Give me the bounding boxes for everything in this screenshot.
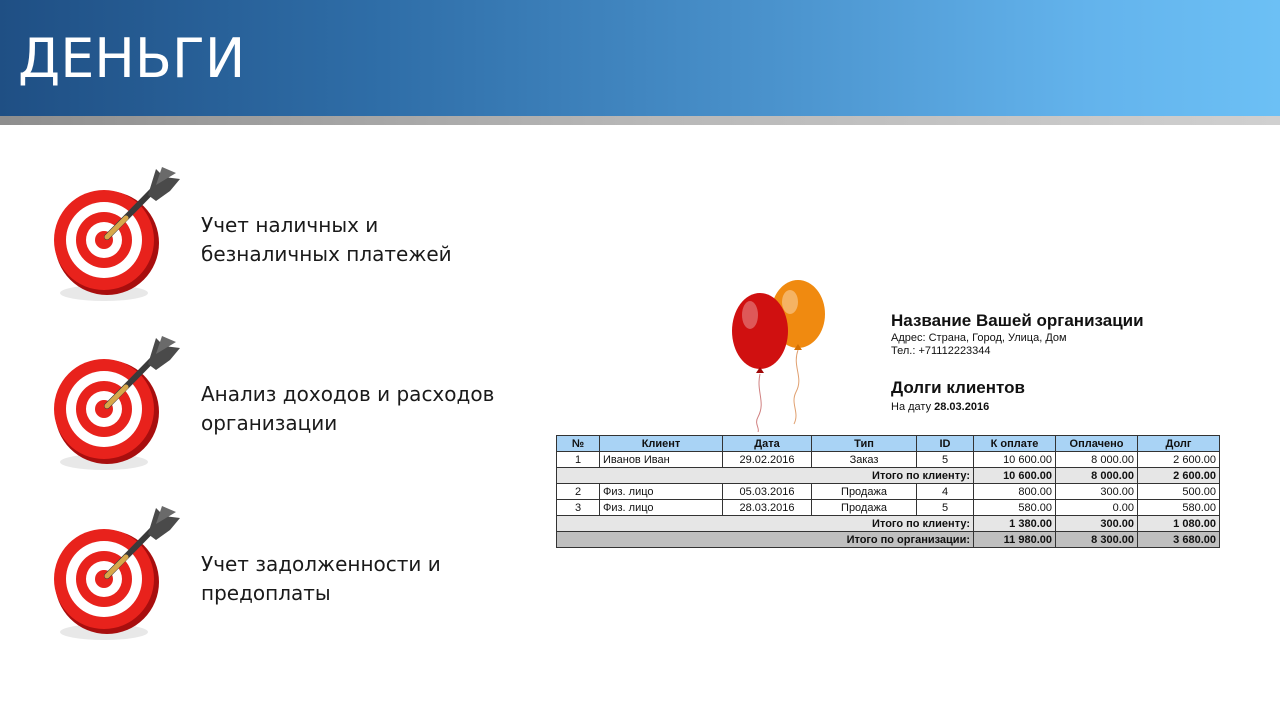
cell-client: Физ. лицо — [599, 483, 723, 500]
debt-report: Название Вашей организации Адрес: Страна… — [556, 272, 1220, 562]
cell-type: Заказ — [811, 451, 917, 468]
cell-type: Продажа — [811, 483, 917, 500]
organization-phone: Тел.: +71112223344 — [891, 345, 991, 357]
column-header: К оплате — [973, 435, 1056, 452]
cell-id: 5 — [916, 451, 974, 468]
balloons-icon — [732, 280, 825, 432]
column-header: Дата — [722, 435, 812, 452]
cell-number: 3 — [556, 499, 600, 516]
cell-to-pay: 800.00 — [973, 483, 1056, 500]
cell-debt: 2 600.00 — [1137, 451, 1220, 468]
subtotal-debt: 2 600.00 — [1137, 467, 1220, 484]
table-row: 1 Иванов Иван 29.02.2016 Заказ 5 10 600.… — [556, 451, 1220, 468]
organization-name: Название Вашей организации — [891, 311, 1144, 330]
column-header: № — [556, 435, 600, 452]
title-bar: ДЕНЬГИ — [0, 0, 1280, 116]
cell-debt: 580.00 — [1137, 499, 1220, 516]
subtotal-row: Итого по клиенту: 10 600.00 8 000.00 2 6… — [556, 467, 1220, 484]
column-header: ID — [916, 435, 974, 452]
dart-target-icon — [52, 334, 192, 474]
cell-date: 29.02.2016 — [722, 451, 812, 468]
cell-to-pay: 10 600.00 — [973, 451, 1056, 468]
bullet-item: Учет наличных и безналичных платежей — [52, 165, 512, 305]
bullet-item: Анализ доходов и расходов организации — [52, 334, 512, 474]
cell-debt: 500.00 — [1137, 483, 1220, 500]
subtotal-debt: 1 080.00 — [1137, 515, 1220, 532]
total-label: Итого по организации: — [556, 531, 974, 548]
column-header: Тип — [811, 435, 917, 452]
total-paid: 8 300.00 — [1055, 531, 1138, 548]
dart-target-icon — [52, 165, 192, 305]
table-row: 2 Физ. лицо 05.03.2016 Продажа 4 800.00 … — [556, 483, 1220, 500]
bullet-text: Учет наличных и безналичных платежей — [201, 213, 452, 266]
slide-title: ДЕНЬГИ — [18, 27, 246, 90]
subtotal-label: Итого по клиенту: — [556, 467, 974, 484]
cell-paid: 300.00 — [1055, 483, 1138, 500]
report-date: На дату 28.03.2016 — [891, 401, 989, 413]
dart-target-icon — [52, 504, 192, 644]
report-date-prefix: На дату — [891, 401, 932, 413]
bullet-item: Учет задолженности и предоплаты — [52, 504, 512, 644]
organization-address: Адрес: Страна, Город, Улица, Дом — [891, 332, 1067, 344]
cell-paid: 0.00 — [1055, 499, 1138, 516]
report-title: Долги клиентов — [891, 378, 1025, 397]
column-header: Долг — [1137, 435, 1220, 452]
cell-id: 5 — [916, 499, 974, 516]
title-underline-strip — [0, 116, 1280, 125]
table-row: 3 Физ. лицо 28.03.2016 Продажа 5 580.00 … — [556, 499, 1220, 516]
column-header: Оплачено — [1055, 435, 1138, 452]
bullet-text: Анализ доходов и расходов организации — [201, 382, 495, 435]
cell-date: 05.03.2016 — [722, 483, 812, 500]
subtotal-paid: 8 000.00 — [1055, 467, 1138, 484]
total-to-pay: 11 980.00 — [973, 531, 1056, 548]
cell-client: Физ. лицо — [599, 499, 723, 516]
cell-to-pay: 580.00 — [973, 499, 1056, 516]
subtotal-to-pay: 1 380.00 — [973, 515, 1056, 532]
cell-client: Иванов Иван — [599, 451, 723, 468]
table-header-row: № Клиент Дата Тип ID К оплате Оплачено Д… — [556, 435, 1220, 452]
total-debt: 3 680.00 — [1137, 531, 1220, 548]
cell-paid: 8 000.00 — [1055, 451, 1138, 468]
cell-number: 1 — [556, 451, 600, 468]
report-date-value: 28.03.2016 — [934, 401, 990, 413]
debt-table: № Клиент Дата Тип ID К оплате Оплачено Д… — [556, 435, 1220, 548]
total-row: Итого по организации: 11 980.00 8 300.00… — [556, 531, 1220, 548]
cell-number: 2 — [556, 483, 600, 500]
subtotal-to-pay: 10 600.00 — [973, 467, 1056, 484]
column-header: Клиент — [599, 435, 723, 452]
subtotal-paid: 300.00 — [1055, 515, 1138, 532]
subtotal-row: Итого по клиенту: 1 380.00 300.00 1 080.… — [556, 515, 1220, 532]
cell-type: Продажа — [811, 499, 917, 516]
cell-id: 4 — [916, 483, 974, 500]
bullet-text: Учет задолженности и предоплаты — [201, 552, 441, 605]
subtotal-label: Итого по клиенту: — [556, 515, 974, 532]
cell-date: 28.03.2016 — [722, 499, 812, 516]
